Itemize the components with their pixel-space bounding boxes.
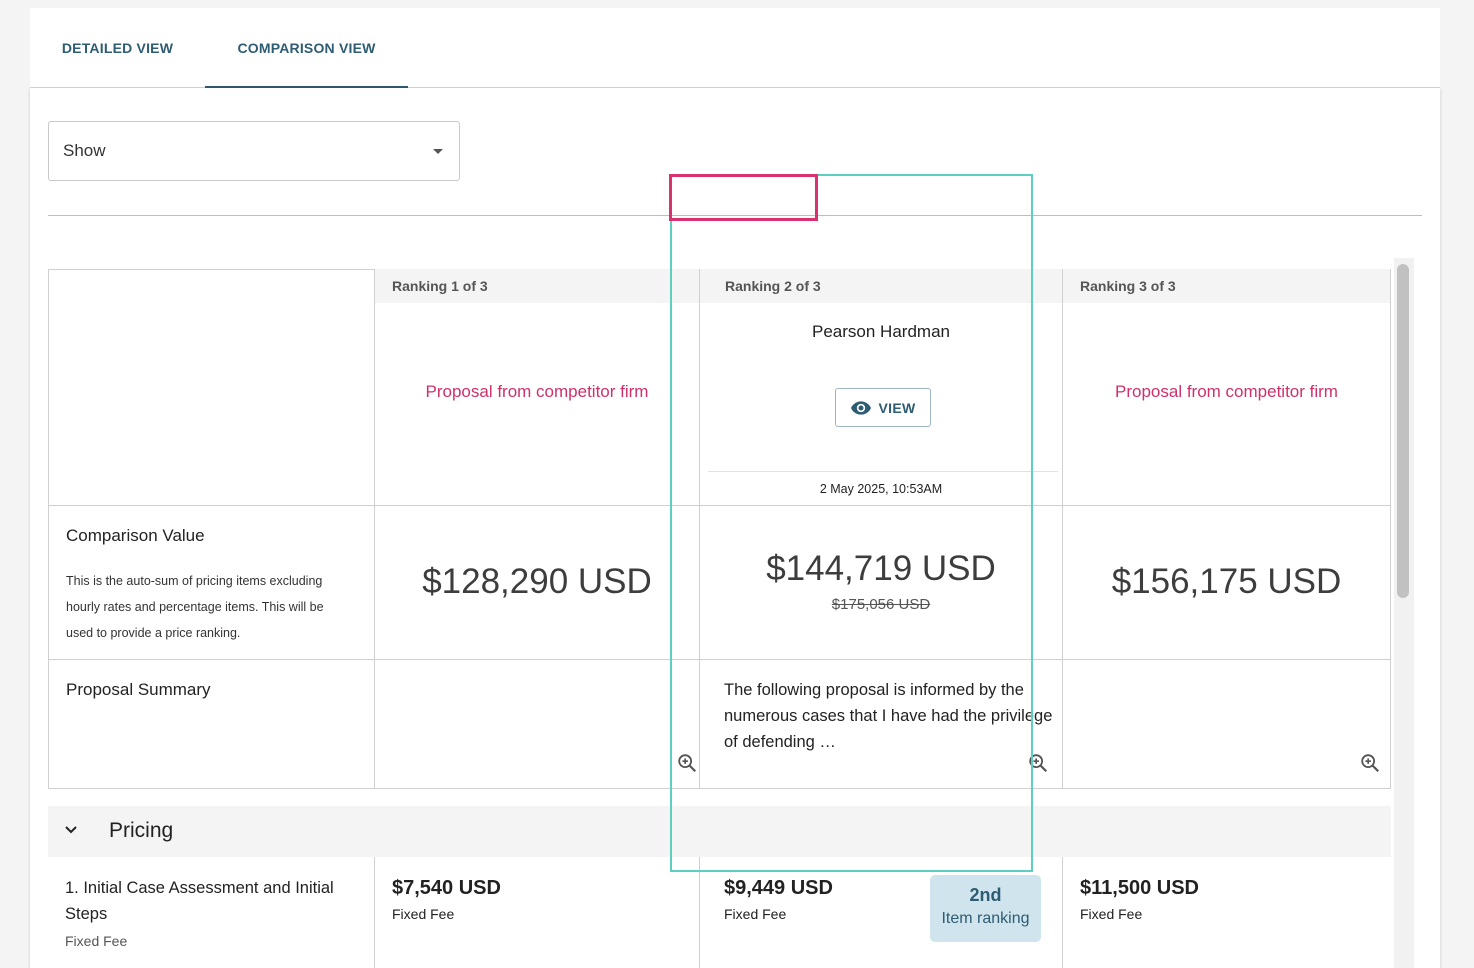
comparison-panel: Show Ranking 1 of 3 Proposal from compet…: [30, 88, 1440, 968]
comparison-value: $156,175 USD: [1111, 562, 1342, 601]
eye-icon: [850, 400, 871, 415]
corner-cell: [48, 269, 375, 506]
comparison-grid: Ranking 1 of 3 Proposal from competitor …: [48, 269, 1391, 968]
item-ranking-badge: 2nd Item ranking: [930, 875, 1041, 942]
comparison-value: $144,719 USD: [766, 549, 996, 588]
submission-date: 2 May 2025, 10:53AM: [819, 482, 943, 496]
pricing-item-cell-3: $11,500 USD Fixed Fee: [1062, 857, 1391, 968]
tab-detailed-view[interactable]: DETAILED VIEW: [30, 8, 205, 88]
item-rank: 2nd: [969, 885, 1002, 905]
pricing-section-title: Pricing: [109, 819, 174, 842]
vertical-scrollbar[interactable]: [1394, 258, 1414, 968]
show-filter-value: Show: [63, 141, 106, 160]
chevron-down-icon[interactable]: [63, 822, 79, 838]
proposal-summary-cell-3: [1062, 659, 1391, 789]
zoom-in-icon[interactable]: [676, 752, 698, 774]
ranking-label: Ranking 2 of 3: [700, 269, 1062, 303]
proposal-summary-cell-2: The following proposal is informed by th…: [699, 659, 1062, 789]
comparison-value-cell-1: $128,290 USD: [374, 505, 699, 660]
tab-comparison-view[interactable]: COMPARISON VIEW: [205, 8, 408, 90]
ranking-label: Ranking 3 of 3: [1063, 269, 1390, 303]
comparison-value-cell-3: $156,175 USD: [1062, 505, 1391, 660]
item-fee-type: Fixed Fee: [724, 906, 787, 922]
scrollbar-thumb[interactable]: [1397, 264, 1409, 598]
caret-down-icon: [433, 149, 443, 154]
item-price: $7,540 USD: [392, 877, 501, 899]
view-proposal-button[interactable]: VIEW: [835, 388, 931, 427]
item-fee-type: Fixed Fee: [1080, 906, 1143, 922]
show-filter-select[interactable]: Show: [48, 121, 460, 181]
column-3-header: Ranking 3 of 3 Proposal from competitor …: [1062, 269, 1391, 506]
pricing-section-header[interactable]: Pricing: [48, 806, 1391, 857]
view-tabs: DETAILED VIEW COMPARISON VIEW: [30, 8, 1440, 90]
pricing-item-name: 1. Initial Case Assessment and Initial S…: [65, 879, 334, 923]
competitor-label: Proposal from competitor firm: [425, 382, 649, 401]
item-rank-label: Item ranking: [941, 910, 1030, 927]
view-button-label: VIEW: [878, 399, 916, 416]
row-title: Proposal Summary: [66, 680, 211, 699]
comparison-value-cell-2: $144,719 USD $175,056 USD: [699, 505, 1062, 660]
ranking-label: Ranking 1 of 3: [375, 269, 699, 303]
column-1-header: Ranking 1 of 3 Proposal from competitor …: [374, 269, 699, 506]
date-divider: [708, 471, 1058, 472]
firm-name: Pearson Hardman: [812, 322, 950, 341]
section-divider: [48, 215, 1422, 216]
pricing-item-label-cell: 1. Initial Case Assessment and Initial S…: [48, 857, 375, 968]
proposal-summary-label-cell: Proposal Summary: [48, 659, 375, 789]
competitor-label: Proposal from competitor firm: [1115, 382, 1338, 401]
original-value: $175,056 USD: [831, 596, 931, 613]
pricing-item-type: Fixed Fee: [65, 933, 128, 949]
pricing-item-cell-2: $9,449 USD Fixed Fee 2nd Item ranking: [699, 857, 1062, 968]
pricing-item-cell-1: $7,540 USD Fixed Fee: [374, 857, 699, 968]
item-price: $11,500 USD: [1080, 877, 1199, 899]
item-price: $9,449 USD: [724, 877, 833, 899]
column-2-header: Ranking 2 of 3 Pearson Hardman VIEW 2 Ma…: [699, 269, 1062, 506]
item-fee-type: Fixed Fee: [392, 906, 455, 922]
row-description: This is the auto-sum of pricing items ex…: [66, 574, 324, 640]
comparison-value: $128,290 USD: [422, 562, 652, 601]
comparison-value-label-cell: Comparison Value This is the auto-sum of…: [48, 505, 375, 660]
zoom-in-icon[interactable]: [1027, 752, 1049, 774]
proposal-summary-cell-1: [374, 659, 699, 789]
zoom-in-icon[interactable]: [1359, 752, 1381, 774]
row-title: Comparison Value: [66, 526, 205, 545]
proposal-summary-text: The following proposal is informed by th…: [724, 681, 1053, 751]
